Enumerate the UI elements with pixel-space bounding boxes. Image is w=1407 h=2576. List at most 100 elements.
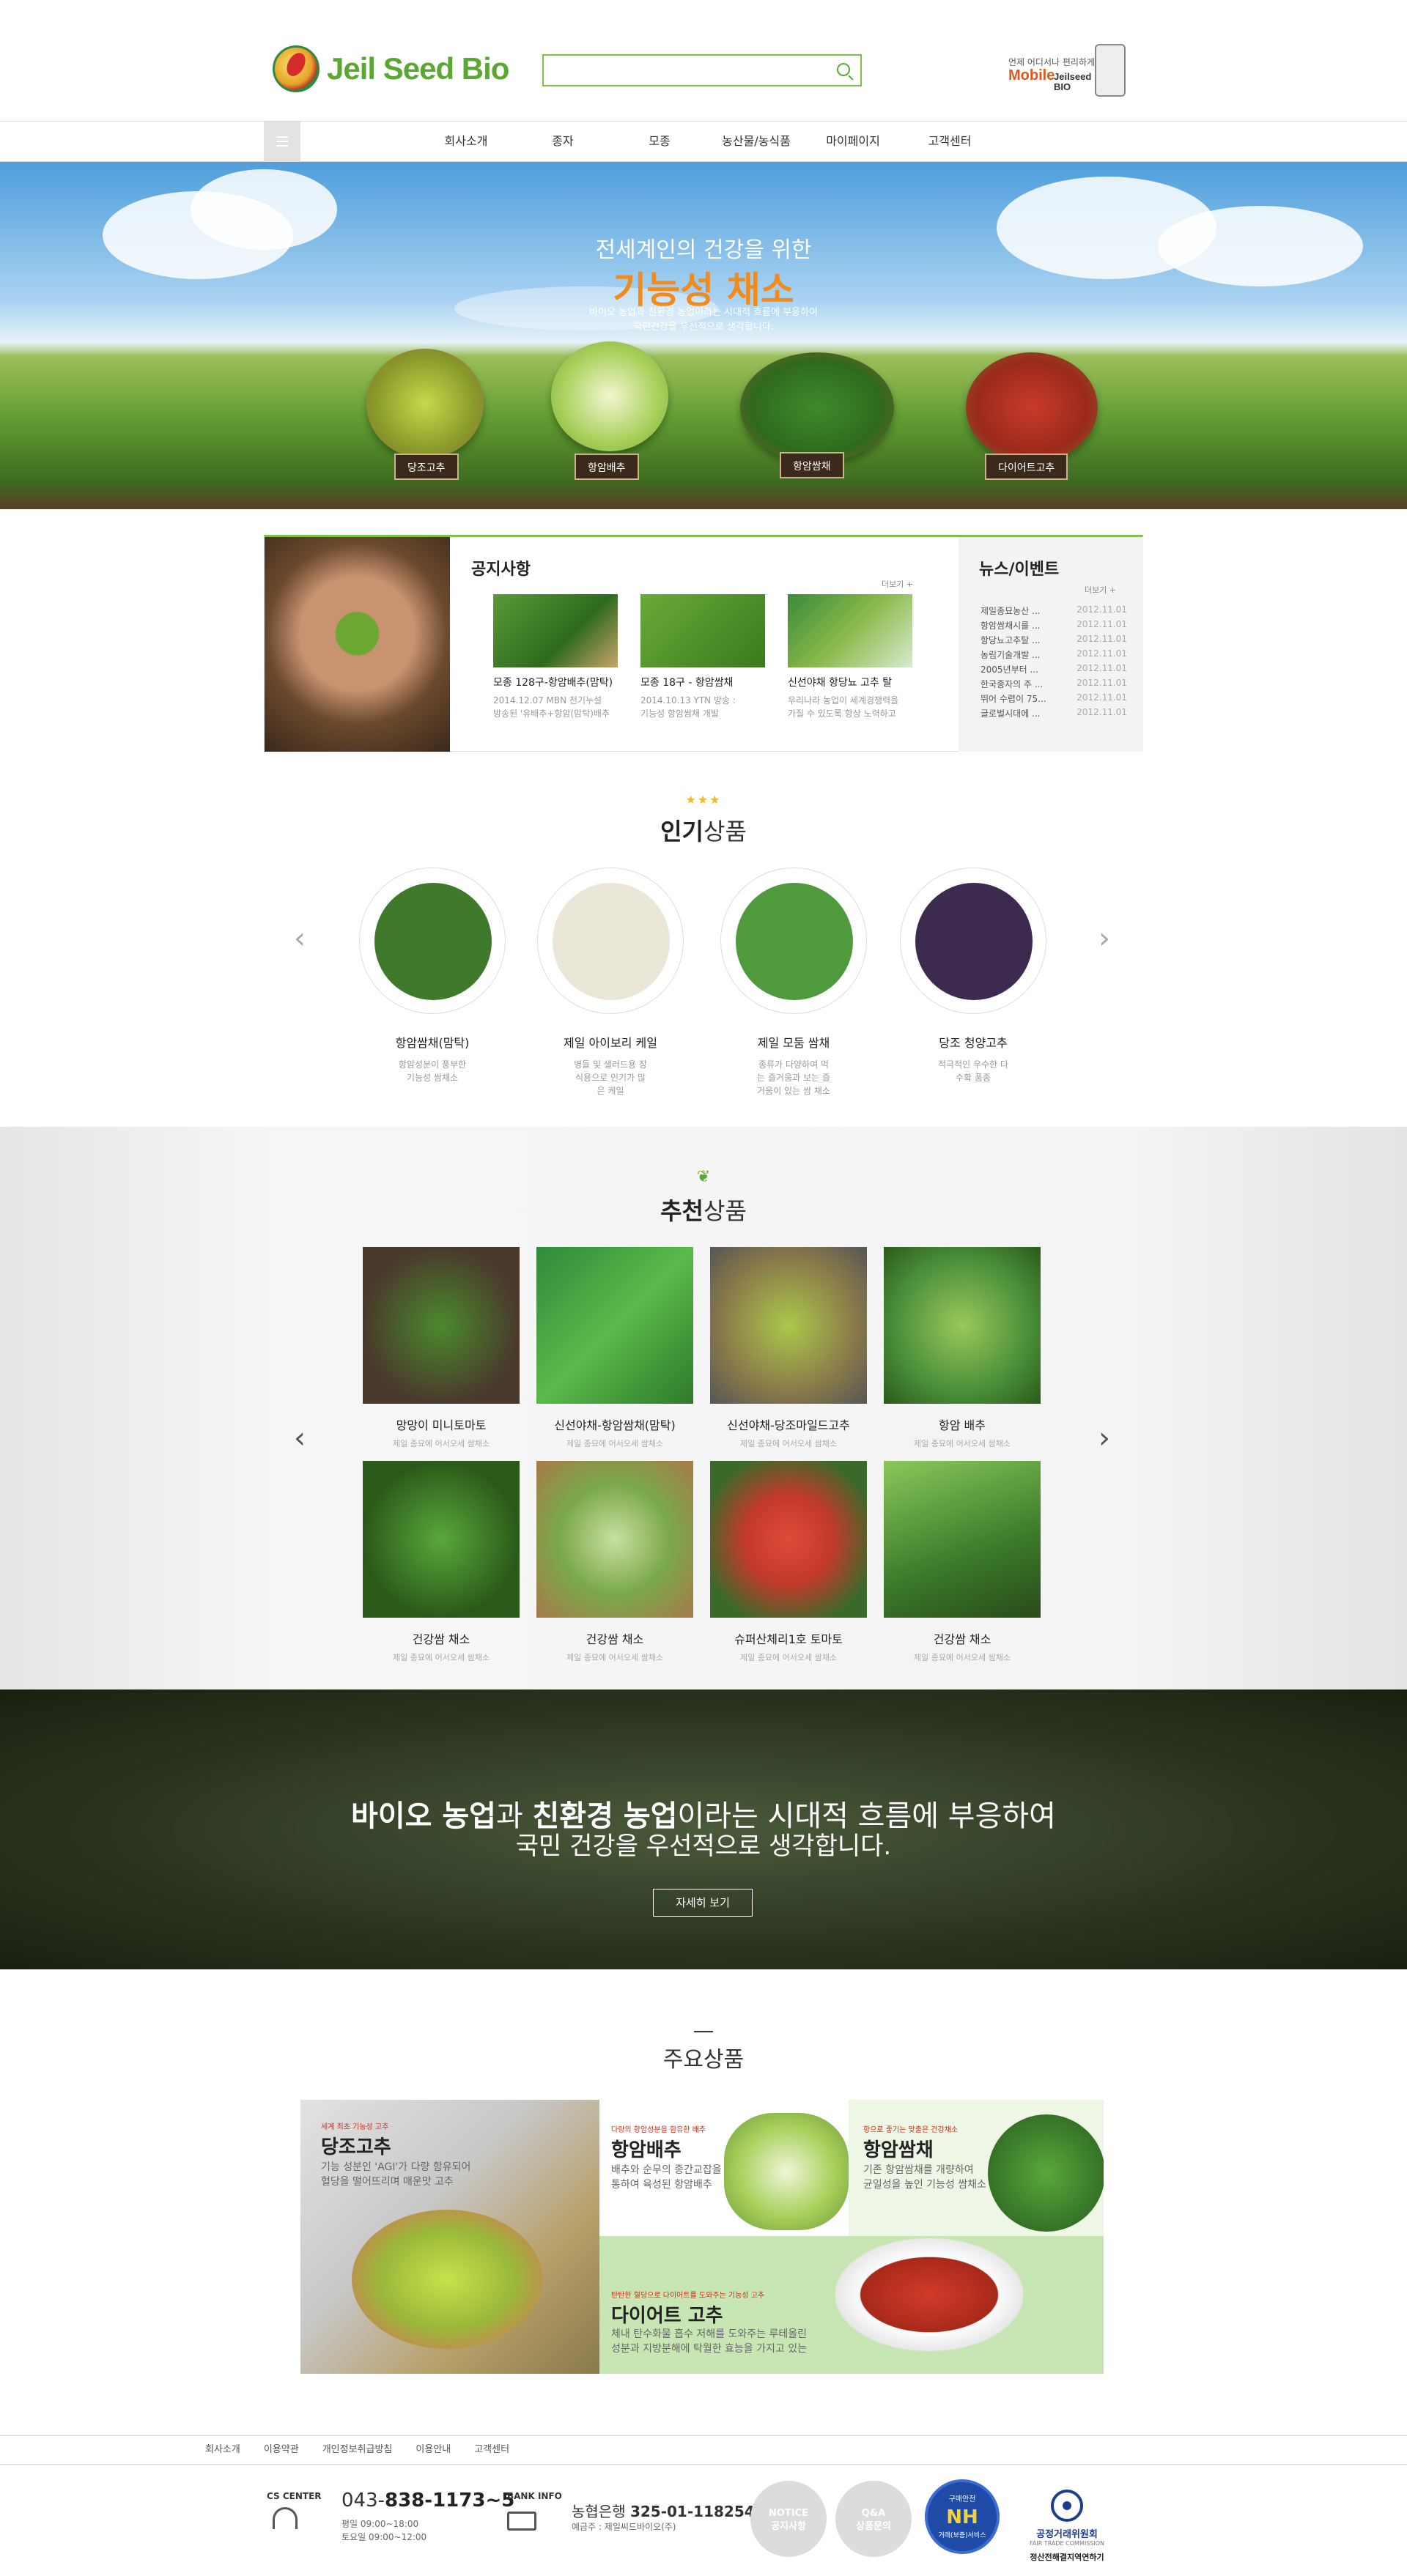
news-item[interactable]: 제일종묘농산 ... 2012.11.01	[981, 604, 1127, 619]
news-title: 뉴스/이벤트	[979, 560, 1060, 579]
veg-label-greens[interactable]: 항암쌈채	[780, 452, 844, 478]
news-item[interactable]: 2005년부터 ... 2012.11.01	[981, 663, 1127, 678]
popular-next-arrow-icon[interactable]: ›	[1093, 924, 1115, 953]
recommend-item[interactable]: 신선야채-당조마일드고추 제일 종묘에 어서오세 쌈채소	[710, 1247, 867, 1449]
red-pepper-image	[849, 2251, 1010, 2339]
product-image	[553, 883, 670, 1000]
product-image	[536, 1461, 693, 1618]
recommend-prev-arrow-icon[interactable]: ‹	[289, 1424, 311, 1453]
notice-title: 공지사항	[471, 560, 531, 579]
bank-card-icon	[507, 2512, 536, 2531]
product-image	[363, 1461, 520, 1618]
main-products-title: 주요상품	[662, 2047, 745, 2073]
nav-item-support[interactable]: 고객센터	[901, 122, 998, 161]
cs-phone: 043-838-1173~5	[341, 2490, 515, 2512]
logo-icon	[273, 45, 320, 92]
popular-item[interactable]: 제일 모둠 쌈채 종류가 다양하여 먹는 즐거움과 보는 즐거움이 있는 쌈 채…	[720, 867, 867, 1098]
logo-text: Jeil Seed Bio	[327, 51, 509, 86]
recommend-item[interactable]: 신선야채-항암쌈채(맘탁) 제일 종묘에 어서오세 쌈채소	[536, 1247, 693, 1449]
recommend-item[interactable]: 건강쌈 채소 제일 종묘에 어서오세 쌈채소	[884, 1461, 1041, 1663]
footer-link-terms[interactable]: 이용약관	[264, 2436, 299, 2464]
headset-icon	[273, 2507, 298, 2529]
site-footer: CS CENTER 043-838-1173~5 평일 09:00~18:00 …	[0, 2465, 1407, 2576]
nh-escrow-badge[interactable]: 구매안전 NH 거래(보증)서비스	[925, 2479, 1000, 2554]
footer-link-company[interactable]: 회사소개	[205, 2436, 240, 2464]
recommend-item[interactable]: 슈퍼산체리1호 토마토 제일 종묘에 어서오세 쌈채소	[710, 1461, 867, 1663]
mobile-tagline: 언제 어디서나 편리하게	[1008, 57, 1096, 67]
search-icon[interactable]	[837, 63, 850, 76]
news-more-link[interactable]: 더보기 +	[1085, 584, 1116, 596]
notice-more-link[interactable]: 더보기 +	[882, 578, 913, 590]
mobile-banner[interactable]: 언제 어디서나 편리하게 Mobile Jeilseed BIO	[1008, 44, 1140, 103]
product-image	[374, 883, 492, 1000]
site-header: Jeil Seed Bio 언제 어디서나 편리하게 Mobile Jeilse…	[0, 0, 1407, 121]
banner-more-button[interactable]: 자세히 보기	[653, 1889, 753, 1917]
cabbage-image	[724, 2113, 849, 2230]
notice-card[interactable]: 신선야채 항당뇨 고추 탈 우리나라 농업이 세계경쟁력을 가질 수 있도록 항…	[788, 594, 912, 720]
notice-card[interactable]: 모종 18구 - 항암쌈채 2014.10.13 YTN 방송 : 기능성 항암…	[640, 594, 765, 720]
ftc-logo-icon	[1051, 2490, 1083, 2522]
nav-item-produce[interactable]: 농산물/농식품	[708, 122, 805, 161]
recommend-title: 추천상품	[660, 1197, 747, 1225]
mobile-label: Mobile	[1008, 67, 1055, 84]
ftc-badge[interactable]: 공정거래위원회 FAIR TRADE COMMISSION 정산전해결지역연하기	[1023, 2490, 1111, 2563]
search-box	[542, 54, 862, 86]
bank-account: 농협은행 325-01-118254	[572, 2503, 755, 2520]
news-item[interactable]: 농림기술개발 ... 2012.11.01	[981, 648, 1127, 663]
recommend-item[interactable]: 건강쌈 채소 제일 종묘에 어서오세 쌈채소	[536, 1461, 693, 1663]
red-pepper-bowl-image	[966, 352, 1098, 462]
product-image	[736, 883, 853, 1000]
search-input[interactable]	[544, 56, 822, 85]
footer-link-support[interactable]: 고객센터	[474, 2436, 509, 2464]
main-product-card[interactable]: 다량의 항암성분을 함유한 배추 항암배추 배추와 순무의 종간교잡을 통하여 …	[599, 2100, 849, 2236]
main-product-card[interactable]: 항으로 좋기는 맞출은 건강채소 항암쌈채 기존 항암쌈채를 개량하여 균일성을…	[849, 2100, 1104, 2236]
notice-button[interactable]: NOTICE 공지사항	[750, 2481, 827, 2557]
hero-subtitle: 전세계인의 건강을 위한	[595, 237, 812, 263]
nav-item-seeds[interactable]: 종자	[514, 122, 611, 161]
eco-farming-banner: 바이오 농업과 친환경 농업이라는 시대적 흐름에 부응하여 국민 건강을 우선…	[0, 1689, 1407, 1969]
nav-item-company[interactable]: 회사소개	[418, 122, 514, 161]
popular-item[interactable]: 당조 청양고추 적극적인 우수한 다수확 품종	[900, 867, 1046, 1084]
footer-link-privacy[interactable]: 개인정보취급방침	[322, 2436, 393, 2464]
bank-holder: 예금주 : 제일씨드바이오(주)	[572, 2522, 676, 2532]
section-divider	[694, 2031, 713, 2032]
popular-item[interactable]: 제일 아이보리 케일 병들 및 샐러드용 장식용으로 인기가 많은 케일	[537, 867, 684, 1098]
recommend-item[interactable]: 건강쌈 채소 제일 종묘에 어서오세 쌈채소	[363, 1461, 520, 1663]
veg-label-diet-pepper[interactable]: 다이어트고추	[985, 454, 1068, 480]
news-item[interactable]: 항당뇨고추탈 ... 2012.11.01	[981, 634, 1127, 648]
qna-button[interactable]: Q&A 상품문의	[835, 2481, 912, 2557]
recommend-item[interactable]: 항암 배추 제일 종묘에 어서오세 쌈채소	[884, 1247, 1041, 1449]
popular-item[interactable]: 항암쌈채(맘탁) 항암성분이 풍부한 기능성 쌈채소	[359, 867, 506, 1084]
veg-label-cabbage[interactable]: 항암배추	[575, 454, 639, 480]
all-menu-button[interactable]	[264, 122, 300, 161]
product-image	[915, 883, 1033, 1000]
hero-description: 바이오 농업과 친환경 농업이라는 시대적 흐름에 부응하여 국민건강을 우선적…	[589, 307, 818, 333]
hamburger-icon	[276, 136, 288, 138]
nav-item-seedlings[interactable]: 모종	[611, 122, 708, 161]
star-icon: ★★★	[685, 793, 722, 807]
nav-item-mypage[interactable]: 마이페이지	[805, 122, 901, 161]
recommend-item[interactable]: 망망이 미니토마토 제일 종묘에 어서오세 쌈채소	[363, 1247, 520, 1449]
news-item[interactable]: 항암쌈채시를 ... 2012.11.01	[981, 619, 1127, 634]
main-nav: 회사소개 종자 모종 농산물/농식품 마이페이지 고객센터	[0, 121, 1407, 162]
seedling-hands-image	[265, 537, 450, 752]
main-product-card[interactable]: 탄탄한 혈당으로 다이어트를 도와주는 기능성 고추 다이어트 고추 체내 탄수…	[599, 2236, 1104, 2374]
popular-title: 인기상품	[660, 818, 747, 845]
news-item[interactable]: 뛰어 수렵이 75... 2012.11.01	[981, 692, 1127, 707]
notice-section: 공지사항 더보기 + 모종 128구-항암배추(맘탁) 2014.12.07 M…	[264, 535, 1143, 752]
footer-link-guide[interactable]: 이용안내	[416, 2436, 451, 2464]
recommend-next-arrow-icon[interactable]: ›	[1093, 1424, 1115, 1453]
greens-bowl-image	[740, 352, 894, 462]
notice-card[interactable]: 모종 128구-항암배추(맘탁) 2014.12.07 MBN 천기누설 방송된…	[493, 594, 618, 720]
notice-card-image	[640, 594, 765, 667]
veg-label-pepper[interactable]: 당조고추	[394, 454, 459, 480]
site-logo[interactable]: Jeil Seed Bio	[273, 45, 509, 92]
notice-card-image	[788, 594, 912, 667]
news-item[interactable]: 한국종자의 주 ... 2012.11.01	[981, 678, 1127, 692]
popular-prev-arrow-icon[interactable]: ‹	[289, 924, 311, 953]
banner-subline: 국민 건강을 우선적으로 생각합니다.	[515, 1832, 892, 1861]
main-product-card[interactable]: 세계 최초 기능성 고추 당조고추 기능 성분인 'AGI'가 다량 함유되어 …	[300, 2100, 599, 2374]
news-item[interactable]: 글로벌시대에 ... 2012.11.01	[981, 707, 1127, 722]
product-image	[884, 1461, 1041, 1618]
cs-label: CS CENTER	[267, 2491, 322, 2501]
